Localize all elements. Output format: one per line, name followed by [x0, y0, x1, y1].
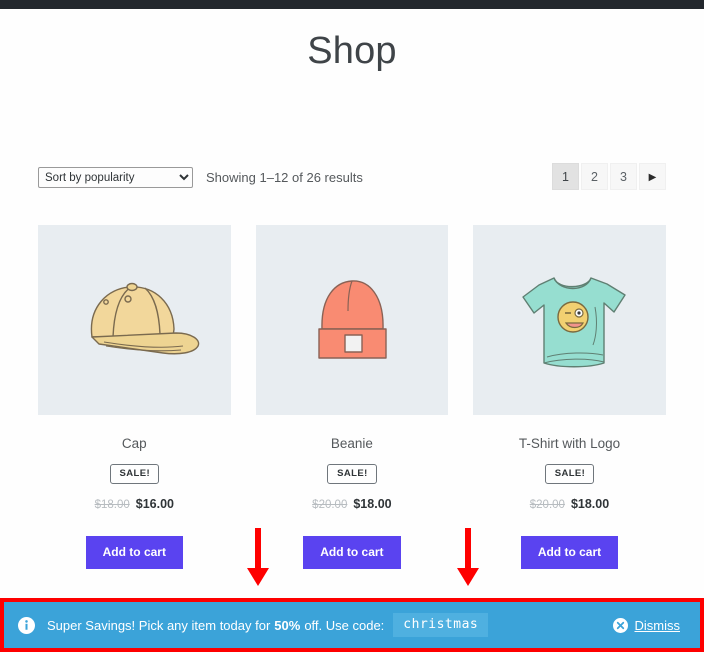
beanie-illustration — [318, 280, 387, 359]
pagination: 1 2 3 ▶ — [552, 163, 666, 190]
annotation-arrow-left-icon — [245, 528, 271, 588]
sale-badge: SALE! — [544, 464, 595, 484]
shop-toolbar: Sort by popularity Sort by average ratin… — [38, 160, 666, 200]
shop-page: Shop Sort by popularity Sort by average … — [0, 0, 704, 652]
old-price: $18.00 — [94, 499, 130, 511]
add-to-cart-button[interactable]: Add to cart — [303, 536, 401, 569]
old-price: $20.00 — [529, 499, 565, 511]
sale-badge: SALE! — [109, 464, 160, 484]
coupon-code[interactable]: christmas — [393, 613, 489, 637]
tshirt-illustration — [522, 277, 627, 368]
admin-bar — [0, 0, 704, 9]
annotation-arrow-right-icon — [455, 528, 481, 588]
product-card[interactable]: Beanie SALE! $20.00 $18.00 Add to cart — [255, 225, 449, 569]
info-circle-icon — [18, 616, 35, 634]
add-to-cart-button[interactable]: Add to cart — [85, 536, 183, 569]
product-image-beanie[interactable] — [255, 225, 449, 415]
promo-notice-text: Super Savings! Pick any item today for 5… — [47, 613, 489, 637]
promo-notice-inner: Super Savings! Pick any item today for 5… — [4, 613, 700, 637]
product-grid: Cap SALE! $18.00 $16.00 Add to cart Bean… — [38, 225, 666, 569]
product-title: Beanie — [330, 436, 373, 451]
dismiss-label[interactable]: Dismiss — [635, 618, 681, 633]
add-to-cart-button[interactable]: Add to cart — [520, 536, 619, 569]
old-price: $20.00 — [312, 499, 348, 511]
sale-badge: SALE! — [327, 464, 377, 484]
pagination-page-1[interactable]: 1 — [552, 163, 579, 190]
product-card[interactable]: Cap SALE! $18.00 $16.00 Add to cart — [38, 225, 231, 569]
pagination-next-icon[interactable]: ▶ — [639, 163, 666, 190]
page-title: Shop — [307, 30, 397, 72]
product-title: Cap — [121, 436, 147, 451]
pagination-page-3[interactable]: 3 — [610, 163, 637, 190]
promo-text-before: Super Savings! Pick any item today for — [47, 617, 271, 633]
product-title: T-Shirt with Logo — [518, 436, 621, 451]
result-count: Showing 1–12 of 26 results — [206, 170, 363, 185]
cap-illustration — [91, 282, 200, 355]
product-price: $20.00 $18.00 — [473, 497, 666, 512]
pagination-page-2[interactable]: 2 — [581, 163, 608, 190]
promo-text-after: off. Use code: — [304, 617, 385, 633]
product-image-tshirt[interactable] — [473, 225, 666, 415]
product-card[interactable]: T-Shirt with Logo SALE! $20.00 $18.00 Add… — [473, 225, 666, 569]
new-price: $18.00 — [570, 497, 610, 511]
dismiss-button[interactable]: Dismiss — [612, 617, 693, 633]
close-circle-icon[interactable] — [612, 617, 628, 633]
product-image-cap[interactable] — [38, 225, 231, 415]
product-price: $18.00 $16.00 — [38, 497, 231, 512]
new-price: $18.00 — [353, 497, 392, 511]
promo-highlight: 50% — [274, 617, 301, 633]
new-price: $16.00 — [135, 497, 174, 511]
promo-notice-banner: Super Savings! Pick any item today for 5… — [0, 598, 704, 652]
sort-select[interactable]: Sort by popularity Sort by average ratin… — [38, 167, 193, 188]
product-price: $20.00 $18.00 — [256, 497, 449, 512]
